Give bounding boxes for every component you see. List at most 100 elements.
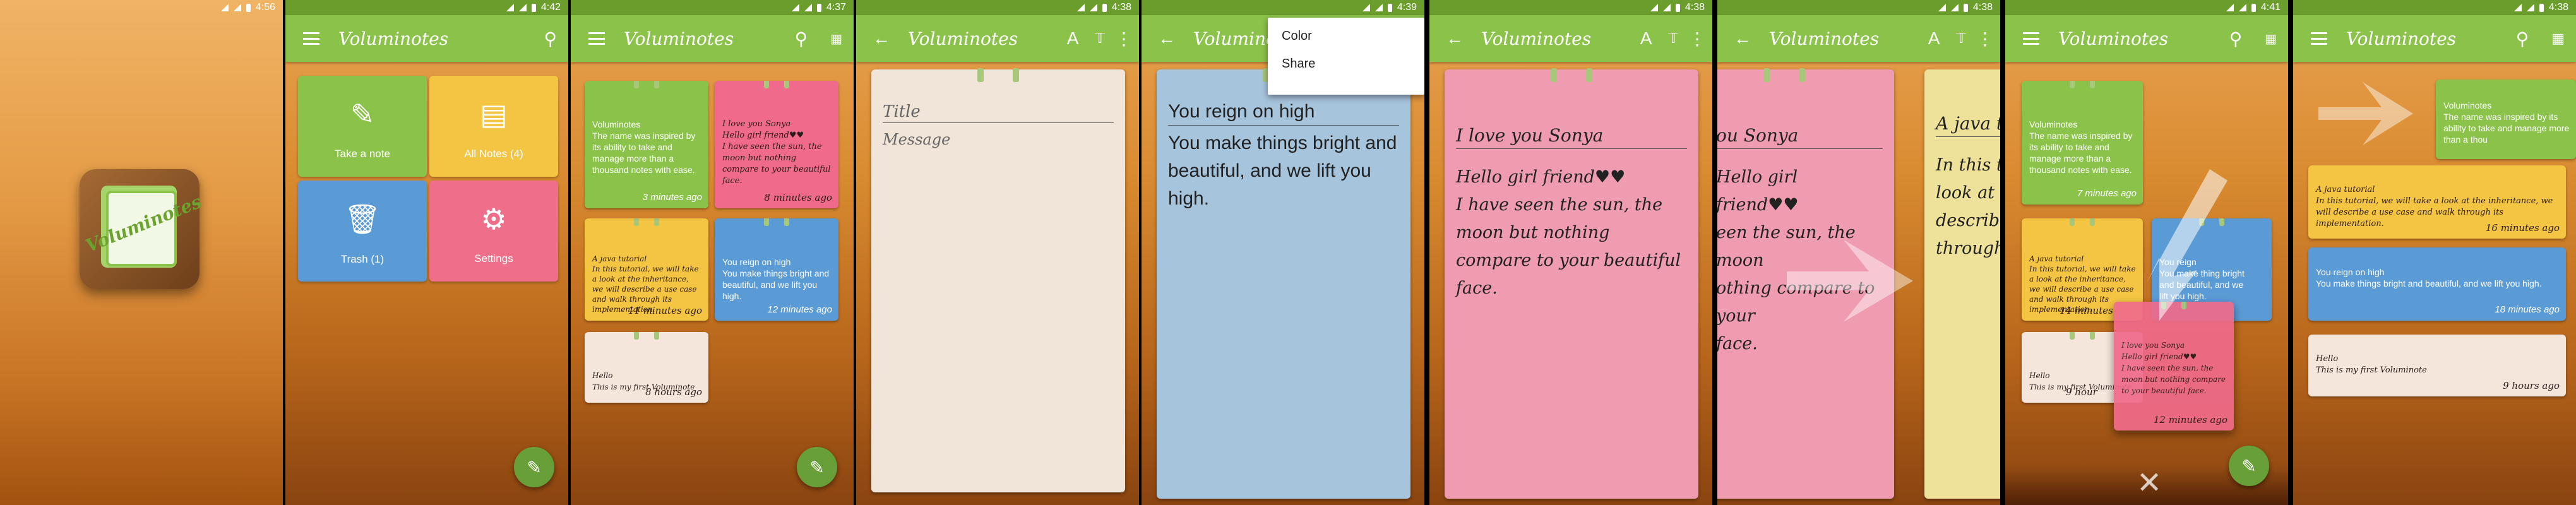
- font-icon[interactable]: A: [1640, 28, 1652, 49]
- note-time: 18 minutes ago: [2495, 304, 2560, 315]
- new-note-fab[interactable]: ✎: [514, 447, 554, 487]
- note-time: 12 minutes ago: [2153, 414, 2227, 425]
- tile-label: Settings: [474, 252, 513, 264]
- menu-icon[interactable]: [2023, 32, 2039, 45]
- wifi-icon: [506, 4, 514, 11]
- dragged-note-card[interactable]: I love you Sonya Hello girl friend♥♥ I h…: [2114, 302, 2234, 431]
- wifi-icon: [1362, 4, 1370, 11]
- note-card[interactable]: Voluminotes The name was inspired by its…: [585, 81, 708, 208]
- font-icon[interactable]: A: [1928, 28, 1940, 49]
- message-field: In this t look at t describe through: [1936, 155, 2000, 258]
- signal-icon: [2526, 4, 2534, 11]
- swipe-arrow-icon: [1787, 240, 1913, 322]
- status-time: 4:42: [540, 2, 561, 13]
- status-bar: 4:37: [571, 0, 854, 15]
- settings-tile[interactable]: ⚙ Settings: [429, 181, 558, 282]
- text-size-icon[interactable]: 𝕋: [1956, 30, 1966, 47]
- more-icon[interactable]: ⋮: [1688, 28, 1706, 49]
- new-note-fab[interactable]: ✎: [2229, 446, 2269, 486]
- title-field[interactable]: You reign on high: [1168, 101, 1399, 126]
- note-paper-right: A java t In this t look at t describe th…: [1924, 69, 2000, 499]
- text-size-icon[interactable]: 𝕋: [1095, 30, 1105, 47]
- view-toggle-icon[interactable]: ▦: [2265, 31, 2277, 47]
- note-time: 8 hours ago: [645, 386, 702, 398]
- grid-view-icon[interactable]: ▦: [2551, 30, 2565, 47]
- back-arrow-icon[interactable]: ←: [1446, 28, 1464, 49]
- status-bar: 4:38: [1717, 0, 2000, 15]
- app-bar: Voluminotes ⚲ ▦: [571, 15, 854, 62]
- home-screen: 4:42 Voluminotes ⚲ ✎ Take a note ▤ All N…: [285, 0, 568, 505]
- search-icon[interactable]: ⚲: [2516, 28, 2529, 49]
- status-bar: 4:38: [1429, 0, 1712, 15]
- status-bar: 4:42: [285, 0, 568, 15]
- more-icon[interactable]: ⋮: [1976, 28, 1994, 49]
- battery-icon: [531, 3, 536, 12]
- app-title: Voluminotes: [1769, 28, 1880, 49]
- font-icon[interactable]: A: [1067, 28, 1079, 49]
- status-time: 4:38: [1972, 2, 1993, 13]
- back-arrow-icon[interactable]: ←: [873, 28, 890, 49]
- note-card[interactable]: I love you Sonya Hello girl friend♥♥ I h…: [715, 81, 838, 208]
- text-size-icon[interactable]: 𝕋: [1668, 30, 1678, 47]
- app-logo: Voluminotes: [80, 169, 205, 289]
- menu-item-color[interactable]: Color: [1268, 18, 1424, 44]
- list-item[interactable]: You reign on high You make things bright…: [2308, 247, 2566, 321]
- tile-label: Trash (1): [340, 253, 385, 265]
- list-item[interactable]: Hello This is my first Voluminote 9 hour…: [2308, 335, 2566, 396]
- signal-icon: [518, 4, 527, 11]
- title-field: A java t: [1936, 113, 2000, 137]
- new-note-fab[interactable]: ✎: [797, 447, 837, 487]
- note-body: Hello This is my first Voluminote: [2316, 354, 2427, 375]
- app-bar: Voluminotes ⚲ ▦: [2005, 15, 2288, 62]
- back-arrow-icon[interactable]: ←: [1158, 28, 1176, 49]
- list-item[interactable]: A java tutorial In this tutorial, we wil…: [2308, 165, 2566, 239]
- all-notes-tile[interactable]: ▤ All Notes (4): [429, 76, 558, 177]
- app-title: Voluminotes: [2058, 28, 2169, 49]
- menu-icon[interactable]: [588, 32, 605, 45]
- menu-item-share[interactable]: Share: [1268, 44, 1424, 82]
- note-time: 9 hours ago: [2503, 380, 2560, 391]
- view-toggle-icon[interactable]: ▦: [830, 31, 842, 47]
- note-card[interactable]: You reign on high You make things bright…: [715, 218, 838, 321]
- note-time: 14 minutes: [2060, 305, 2113, 316]
- title-field: ou Sonya: [1717, 125, 1883, 149]
- search-icon[interactable]: ⚲: [795, 28, 808, 49]
- signal-icon: [1089, 4, 1097, 11]
- dragged-note-card[interactable]: Voluminotes The name was inspired by its…: [2436, 80, 2576, 159]
- tile-label: Take a note: [335, 148, 390, 160]
- message-field[interactable]: You make things bright and beautiful, an…: [1168, 129, 1399, 213]
- status-bar: 4:38: [856, 0, 1139, 15]
- menu-icon[interactable]: [303, 32, 319, 45]
- battery-icon: [1963, 3, 1968, 12]
- app-bar: ← Voluminotes A 𝕋 ⋮: [1429, 15, 1712, 62]
- signal-icon: [1374, 4, 1383, 11]
- app-title: Voluminotes: [1481, 28, 1592, 49]
- message-field[interactable]: Message: [883, 131, 1114, 148]
- search-icon[interactable]: ⚲: [544, 28, 557, 49]
- note-card[interactable]: Voluminotes The name was inspired by its…: [2022, 81, 2143, 205]
- note-card[interactable]: A java tutorial In this tutorial, we wil…: [585, 218, 708, 321]
- status-bar: 4:39: [1142, 0, 1424, 15]
- search-icon[interactable]: ⚲: [2229, 28, 2243, 49]
- take-note-tile[interactable]: ✎ Take a note: [298, 76, 427, 177]
- battery-icon: [2251, 3, 2256, 12]
- menu-icon[interactable]: [2311, 32, 2327, 45]
- close-icon[interactable]: ✕: [2137, 468, 2162, 499]
- more-icon[interactable]: ⋮: [1115, 28, 1133, 49]
- pencil-icon: ✎: [809, 457, 825, 477]
- app-bar: Voluminotes ⚲ ▦: [2293, 15, 2576, 62]
- app-title: Voluminotes: [338, 28, 449, 49]
- message-field[interactable]: Hello girl friend♥♥ I have seen the sun,…: [1456, 163, 1687, 302]
- battery-icon: [816, 3, 821, 12]
- title-field[interactable]: I love you Sonya: [1456, 125, 1687, 149]
- notes-grid-screen: 4:37 Voluminotes ⚲ ▦ Voluminotes The nam…: [571, 0, 854, 505]
- note-card[interactable]: Hello This is my first Voluminote 8 hour…: [585, 332, 708, 403]
- trash-tile[interactable]: 🗑 Trash (1): [298, 181, 427, 282]
- tile-label: All Notes (4): [464, 148, 523, 160]
- trash-icon: 🗑: [343, 203, 381, 235]
- battery-icon: [1675, 3, 1680, 12]
- back-arrow-icon[interactable]: ←: [1734, 28, 1751, 49]
- signal-icon: [1662, 4, 1671, 11]
- title-field[interactable]: Title: [883, 102, 1114, 123]
- drag-arrow-icon: [2147, 169, 2227, 321]
